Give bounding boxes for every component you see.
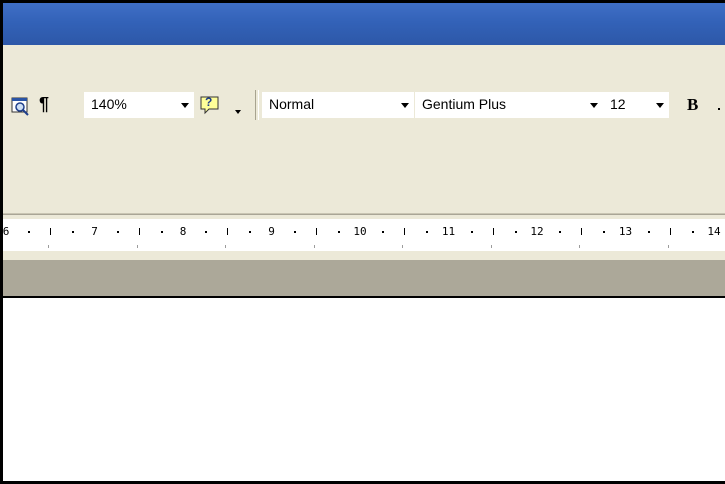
ruler-tick [315, 228, 317, 235]
menu-bar [3, 45, 725, 78]
ruler-label: 13 [618, 225, 633, 238]
ruler-tick [50, 228, 52, 235]
ruler-dot [116, 231, 119, 233]
help-icon[interactable]: ? [199, 94, 221, 116]
toolbar-options-chevron-icon[interactable] [235, 110, 241, 114]
style-combo[interactable]: Normal [262, 92, 414, 118]
word-window: ¶ 140% ? Normal Gentium Plus 12 B 6 7 8 … [3, 3, 725, 481]
ruler-label: 9 [268, 225, 275, 238]
workspace-gray-band [3, 260, 725, 296]
ruler-dot [293, 231, 296, 233]
chevron-down-icon[interactable] [401, 103, 409, 108]
ruler-dot [249, 231, 252, 233]
style-value: Normal [269, 96, 315, 112]
toolbar-separator [255, 90, 259, 120]
ruler-minor-tick [402, 245, 403, 248]
chevron-down-icon[interactable] [590, 103, 598, 108]
zoom-value: 140% [91, 96, 127, 112]
ruler-label: 14 [707, 225, 721, 238]
chevron-down-icon[interactable] [181, 103, 189, 108]
ruler-minor-tick [667, 245, 669, 248]
document-map-icon[interactable] [11, 96, 31, 116]
ruler-label: 10 [353, 225, 367, 238]
chevron-down-icon[interactable] [656, 103, 664, 108]
ruler-label: 11 [441, 225, 456, 238]
font-size-combo[interactable]: 12 [603, 92, 669, 118]
ruler-minor-tick [136, 245, 138, 248]
ruler-dot [514, 231, 517, 233]
ruler-label: 7 [91, 225, 98, 238]
ruler-dot [28, 231, 31, 233]
ruler-dot [160, 231, 163, 233]
formatting-toolbar: ¶ 140% ? Normal Gentium Plus 12 B [3, 78, 725, 133]
ruler-tick [492, 228, 494, 235]
bold-button[interactable]: B [687, 95, 698, 115]
show-hide-formatting-button[interactable]: ¶ [39, 94, 49, 115]
ruler-dot [691, 231, 694, 233]
ruler-dot [647, 231, 650, 233]
ruler-label: 8 [179, 225, 187, 238]
ruler-minor-tick [579, 245, 580, 248]
ruler-minor-tick [48, 245, 49, 248]
horizontal-ruler-bar: 6 7 8 9 10 11 12 13 14 [3, 214, 725, 261]
ruler-dot [72, 231, 75, 233]
ruler-label: 12 [530, 225, 544, 238]
ruler-label: 6 [3, 225, 10, 238]
ruler-dot [382, 231, 385, 233]
help-glyph: ? [205, 95, 213, 109]
ruler-minor-tick [313, 245, 315, 248]
ruler-minor-tick [490, 245, 492, 248]
ruler-tick [227, 228, 229, 235]
ruler-tick [138, 228, 140, 235]
ruler-tick [581, 228, 583, 235]
document-page[interactable] [3, 296, 725, 481]
font-combo[interactable]: Gentium Plus [415, 92, 603, 118]
secondary-toolbar [3, 133, 725, 214]
font-size-value: 12 [610, 96, 626, 112]
ruler-minor-tick [225, 245, 226, 248]
font-value: Gentium Plus [422, 96, 507, 112]
ruler-dot [337, 231, 340, 233]
ruler-dot [559, 231, 562, 233]
zoom-combo[interactable]: 140% [84, 92, 194, 118]
ruler-dot [470, 231, 473, 233]
horizontal-ruler[interactable]: 6 7 8 9 10 11 12 13 14 [3, 219, 725, 251]
ruler-tick [669, 228, 671, 235]
ruler-tick [404, 228, 406, 235]
ruler-dot [205, 231, 208, 233]
ruler-dot [603, 231, 606, 233]
ruler-dot [426, 231, 429, 233]
title-bar[interactable] [3, 3, 725, 45]
toolbar-overflow-dot [718, 108, 720, 110]
